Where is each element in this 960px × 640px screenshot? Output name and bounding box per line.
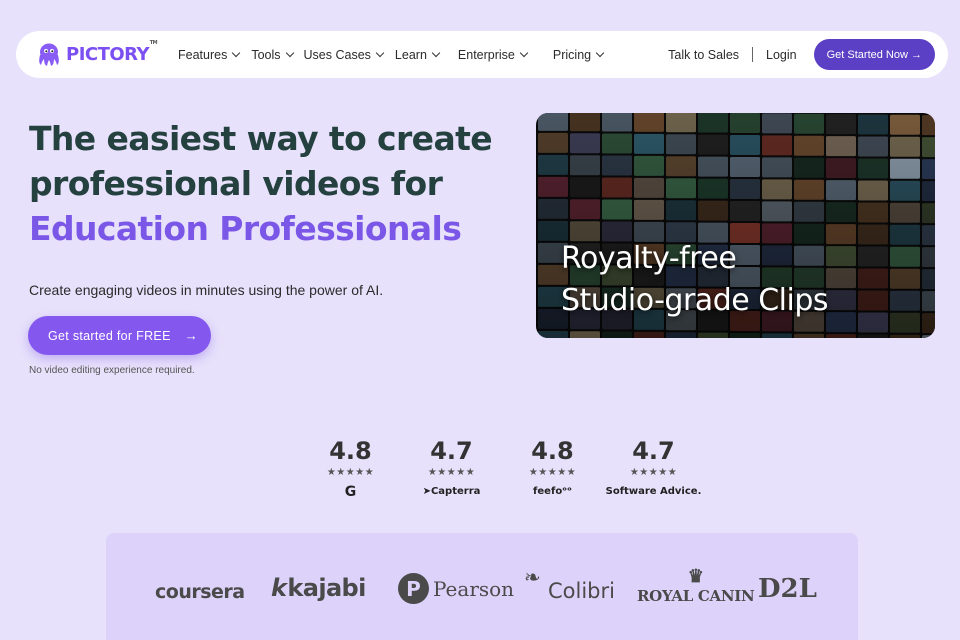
menu-tools[interactable]: Tools: [251, 48, 294, 62]
hero-title-line2: professional videos for: [29, 164, 443, 203]
no-experience-note: No video editing experience required.: [29, 365, 195, 376]
logo-wordmark: PICTORY TM: [66, 40, 158, 65]
rating-score: 4.7: [632, 437, 675, 465]
hero-title: The easiest way to create professional v…: [29, 116, 499, 251]
image-caption: Royalty-free Studio-grade Clips: [561, 238, 829, 322]
caption-line1: Royalty-free: [561, 241, 737, 276]
rating-feefo: 4.8 ★★★★★ feefoᵒᵒ: [502, 437, 603, 500]
rating-score: 4.7: [430, 437, 473, 465]
coursera-logo: coursera: [155, 581, 245, 603]
feefo-logo: feefoᵒᵒ: [533, 486, 572, 497]
royal-canin-logo: ♛ ROYAL CANIN: [637, 566, 755, 606]
menu-enterprise[interactable]: Enterprise: [458, 48, 529, 62]
main-menu: Features Tools Uses Cases Learn Enterpri…: [178, 48, 605, 62]
caption-line2: Studio-grade Clips: [561, 283, 829, 318]
rating-g2: 4.8 ★★★★★ G: [300, 437, 401, 500]
cta-label: Get started for FREE: [48, 328, 171, 343]
crown-icon: ♛: [687, 566, 704, 587]
hero-title-highlight: Education Professionals: [29, 209, 462, 248]
get-started-free-button[interactable]: Get started for FREE →: [28, 316, 211, 355]
chevron-down-icon: [595, 48, 605, 58]
capterra-logo: ➤Capterra: [422, 486, 481, 497]
customer-logos-strip: coursera kkajabi P Pearson ❧ Colibri ♛ ROYA…: [106, 533, 858, 640]
get-started-now-button[interactable]: Get Started Now →: [813, 39, 935, 70]
ratings-row: 4.8 ★★★★★ G 4.7 ★★★★★ ➤Capterra 4.8 ★★★★…: [300, 437, 704, 500]
chevron-down-icon: [431, 48, 441, 58]
pearson-logo: P Pearson: [398, 573, 514, 604]
menu-features[interactable]: Features: [178, 48, 241, 62]
rating-capterra: 4.7 ★★★★★ ➤Capterra: [401, 437, 502, 500]
rating-score: 4.8: [531, 437, 574, 465]
nav-divider: [752, 47, 754, 62]
chevron-down-icon: [519, 48, 529, 58]
g2-logo: G: [344, 484, 357, 500]
hero-subtitle: Create engaging videos in minutes using …: [29, 282, 384, 298]
nav-actions: Talk to Sales Login Get Started Now →: [668, 39, 935, 70]
talk-to-sales-link[interactable]: Talk to Sales: [668, 48, 739, 62]
chevron-down-icon: [375, 48, 385, 58]
arrow-right-icon: →: [184, 328, 199, 343]
chevron-down-icon: [285, 48, 294, 58]
top-navbar: PICTORY TM Features Tools Uses Cases Lear…: [16, 31, 948, 78]
rating-software-advice: 4.7 ★★★★★ Software Advice.: [603, 437, 704, 500]
colibri-logo: ❧ Colibri: [524, 565, 615, 603]
star-rating-icon: ★★★★★: [326, 467, 375, 478]
stock-clips-image: Royalty-free Studio-grade Clips: [536, 113, 935, 338]
chevron-down-icon: [232, 48, 241, 58]
octopus-icon: [39, 43, 59, 66]
login-link[interactable]: Login: [766, 48, 797, 62]
menu-pricing[interactable]: Pricing: [553, 48, 605, 62]
star-rating-icon: ★★★★★: [427, 467, 476, 478]
hero-title-line1: The easiest way to create: [29, 119, 493, 158]
rating-score: 4.8: [329, 437, 372, 465]
leaf-icon: ❧: [524, 565, 541, 589]
menu-use-cases[interactable]: Uses Cases: [304, 48, 385, 62]
star-rating-icon: ★★★★★: [629, 467, 678, 478]
software-advice-logo: Software Advice.: [605, 486, 702, 497]
d2l-logo: D2L: [758, 574, 817, 604]
pictory-logo[interactable]: PICTORY TM: [35, 40, 163, 69]
menu-learn[interactable]: Learn: [395, 48, 441, 62]
kajabi-logo: kkajabi: [271, 574, 366, 602]
star-rating-icon: ★★★★★: [528, 467, 577, 478]
